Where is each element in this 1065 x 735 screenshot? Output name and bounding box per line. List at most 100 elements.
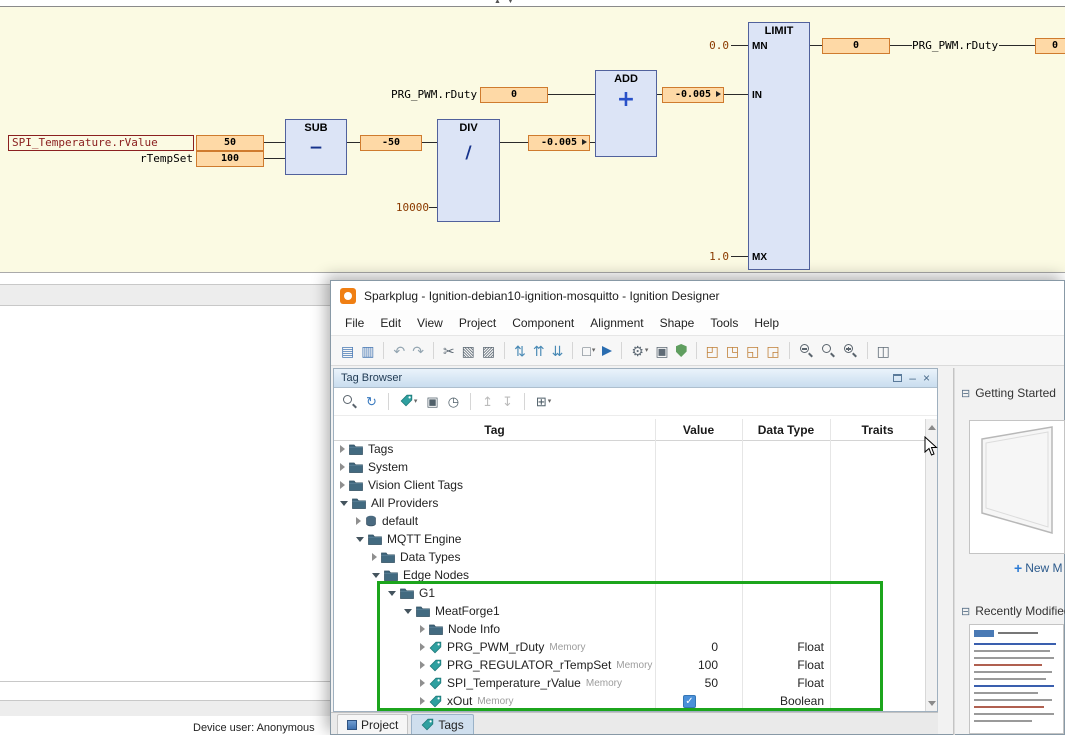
menu-alignment[interactable]: Alignment bbox=[582, 312, 651, 334]
fbd-value-div-out[interactable]: -0.005 bbox=[528, 135, 590, 151]
expanded-arrow-icon[interactable] bbox=[340, 501, 348, 506]
tree-row-all-providers[interactable]: All Providers bbox=[334, 494, 925, 512]
tag-browser-header[interactable]: Tag Browser – × bbox=[334, 369, 937, 388]
splitter-up-icon[interactable]: ▲ bbox=[494, 0, 501, 5]
project-properties-icon[interactable]: ▣ bbox=[655, 344, 668, 358]
preview-play-icon[interactable] bbox=[602, 346, 612, 356]
fbd-var-spi-temperature[interactable]: SPI_Temperature.rValue bbox=[8, 135, 194, 151]
tag-browser-scrollbar[interactable] bbox=[925, 419, 937, 711]
scroll-up-icon[interactable] bbox=[928, 425, 936, 430]
refresh-icon[interactable]: ↻ bbox=[366, 395, 377, 408]
tools-gear-icon[interactable]: ⚙▾ bbox=[631, 344, 648, 358]
save-all-icon[interactable]: ▥ bbox=[361, 344, 374, 358]
tree-label: Vision Client Tags bbox=[368, 478, 463, 492]
expanded-arrow-icon[interactable] bbox=[356, 537, 364, 542]
z-order-icon[interactable]: ⇅ bbox=[514, 344, 526, 358]
tree-row-default[interactable]: default bbox=[334, 512, 925, 530]
layout-bottom-right-icon[interactable]: ◲ bbox=[766, 344, 779, 358]
fbd-var-rtempset[interactable]: rTempSet bbox=[139, 152, 193, 165]
menu-edit[interactable]: Edit bbox=[372, 312, 409, 334]
fbd-block-div[interactable]: DIV / bbox=[437, 119, 500, 222]
window-preview-image bbox=[970, 421, 1064, 553]
getting-started-header[interactable]: ⊟ Getting Started bbox=[961, 386, 1065, 400]
provider-icon bbox=[365, 515, 377, 527]
redo-icon[interactable]: ↷ bbox=[412, 344, 424, 358]
panel-divider[interactable] bbox=[953, 368, 955, 735]
getting-started-thumbnail[interactable] bbox=[969, 420, 1065, 554]
fbd-value-final-out[interactable]: 0 bbox=[1035, 38, 1065, 54]
column-header-value[interactable]: Value bbox=[655, 423, 742, 437]
close-panel-icon[interactable]: × bbox=[923, 372, 930, 384]
import-tags-icon[interactable]: ↥ bbox=[482, 395, 493, 408]
fbd-block-add[interactable]: ADD + bbox=[595, 70, 657, 157]
column-header-traits[interactable]: Traits bbox=[830, 423, 925, 437]
recently-modified-header[interactable]: ⊟ Recently Modified bbox=[961, 604, 1065, 618]
tree-row-tags[interactable]: Tags bbox=[334, 440, 925, 458]
layout-top-right-icon[interactable]: ◳ bbox=[726, 344, 739, 358]
cut-icon[interactable]: ✂ bbox=[443, 344, 455, 358]
fbd-value-sub-out[interactable]: -50 bbox=[360, 135, 422, 151]
tag-history-icon[interactable]: ◷ bbox=[448, 395, 459, 408]
tree-row-mqtt-engine[interactable]: MQTT Engine bbox=[334, 530, 925, 548]
menu-shape[interactable]: Shape bbox=[652, 312, 703, 334]
search-icon[interactable] bbox=[342, 394, 357, 409]
minimize-panel-icon[interactable]: – bbox=[909, 372, 916, 384]
collapse-icon[interactable]: ⊟ bbox=[961, 605, 970, 618]
expanded-arrow-icon[interactable] bbox=[372, 573, 380, 578]
new-tag-icon[interactable]: ▾ bbox=[400, 394, 418, 409]
menu-tools[interactable]: Tools bbox=[702, 312, 746, 334]
fbd-output-var[interactable]: PRG_PWM.rDuty bbox=[912, 39, 998, 52]
device-browse-icon[interactable]: ▣ bbox=[426, 395, 438, 408]
recently-modified-thumbnail[interactable] bbox=[969, 624, 1064, 734]
fbd-value-add-out[interactable]: -0.005 bbox=[662, 87, 724, 103]
tab-tags[interactable]: Tags bbox=[411, 714, 473, 734]
undo-icon[interactable]: ↶ bbox=[393, 344, 405, 358]
column-header-datatype[interactable]: Data Type bbox=[742, 423, 830, 437]
menu-component[interactable]: Component bbox=[504, 312, 582, 334]
menu-project[interactable]: Project bbox=[451, 312, 504, 334]
fbd-value-limit-out[interactable]: 0 bbox=[822, 38, 890, 54]
column-options-icon[interactable]: ⊞▾ bbox=[536, 395, 551, 408]
fbd-var-prg-pwm-rduty[interactable]: PRG_PWM.rDuty bbox=[391, 88, 477, 101]
new-button[interactable]: + New M bbox=[1014, 560, 1063, 576]
shape-tool-icon[interactable]: □▾ bbox=[582, 344, 595, 358]
menu-help[interactable]: Help bbox=[746, 312, 787, 334]
fbd-block-sub[interactable]: SUB − bbox=[285, 119, 347, 175]
window-title-bar[interactable]: Sparkplug - Ignition-debian10-ignition-m… bbox=[331, 281, 1064, 310]
column-header-tag[interactable]: Tag bbox=[334, 423, 655, 437]
wire bbox=[890, 45, 912, 46]
collapsed-arrow-icon[interactable] bbox=[340, 445, 345, 453]
security-shield-icon[interactable] bbox=[676, 344, 687, 357]
tree-row-system[interactable]: System bbox=[334, 458, 925, 476]
menu-file[interactable]: File bbox=[337, 312, 372, 334]
fbd-value-rtempset[interactable]: 100 bbox=[196, 151, 264, 167]
dock-panels-icon[interactable]: ◫ bbox=[877, 344, 890, 358]
tab-project[interactable]: Project bbox=[337, 714, 408, 734]
float-panel-icon[interactable] bbox=[893, 374, 902, 382]
collapse-icon[interactable]: ⊟ bbox=[961, 387, 970, 400]
splitter-down-icon[interactable]: ▼ bbox=[507, 0, 514, 5]
zoom-actual-icon[interactable] bbox=[821, 343, 836, 358]
copy-icon[interactable]: ▧ bbox=[462, 344, 475, 358]
paste-icon[interactable]: ▨ bbox=[482, 344, 495, 358]
layout-bottom-left-icon[interactable]: ◱ bbox=[746, 344, 759, 358]
tree-row-data-types[interactable]: Data Types bbox=[334, 548, 925, 566]
collapsed-arrow-icon[interactable] bbox=[356, 517, 361, 525]
fbd-value-spi-temperature[interactable]: 50 bbox=[196, 135, 264, 151]
align-bottom-icon[interactable]: ⇊ bbox=[552, 344, 564, 358]
menu-view[interactable]: View bbox=[409, 312, 451, 334]
toolbar-separator bbox=[504, 342, 505, 359]
tree-row-vision-client-tags[interactable]: Vision Client Tags bbox=[334, 476, 925, 494]
fbd-block-limit[interactable]: LIMIT MN IN MX bbox=[748, 22, 810, 270]
save-icon[interactable]: ▤ bbox=[341, 344, 354, 358]
align-top-icon[interactable]: ⇈ bbox=[533, 344, 545, 358]
export-tags-icon[interactable]: ↧ bbox=[502, 395, 513, 408]
scroll-down-icon[interactable] bbox=[928, 701, 936, 706]
zoom-in-icon[interactable] bbox=[843, 343, 858, 358]
collapsed-arrow-icon[interactable] bbox=[340, 463, 345, 471]
zoom-out-icon[interactable] bbox=[799, 343, 814, 358]
fbd-value-prg-pwm[interactable]: 0 bbox=[480, 87, 548, 103]
layout-top-left-icon[interactable]: ◰ bbox=[706, 344, 719, 358]
collapsed-arrow-icon[interactable] bbox=[340, 481, 345, 489]
collapsed-arrow-icon[interactable] bbox=[372, 553, 377, 561]
